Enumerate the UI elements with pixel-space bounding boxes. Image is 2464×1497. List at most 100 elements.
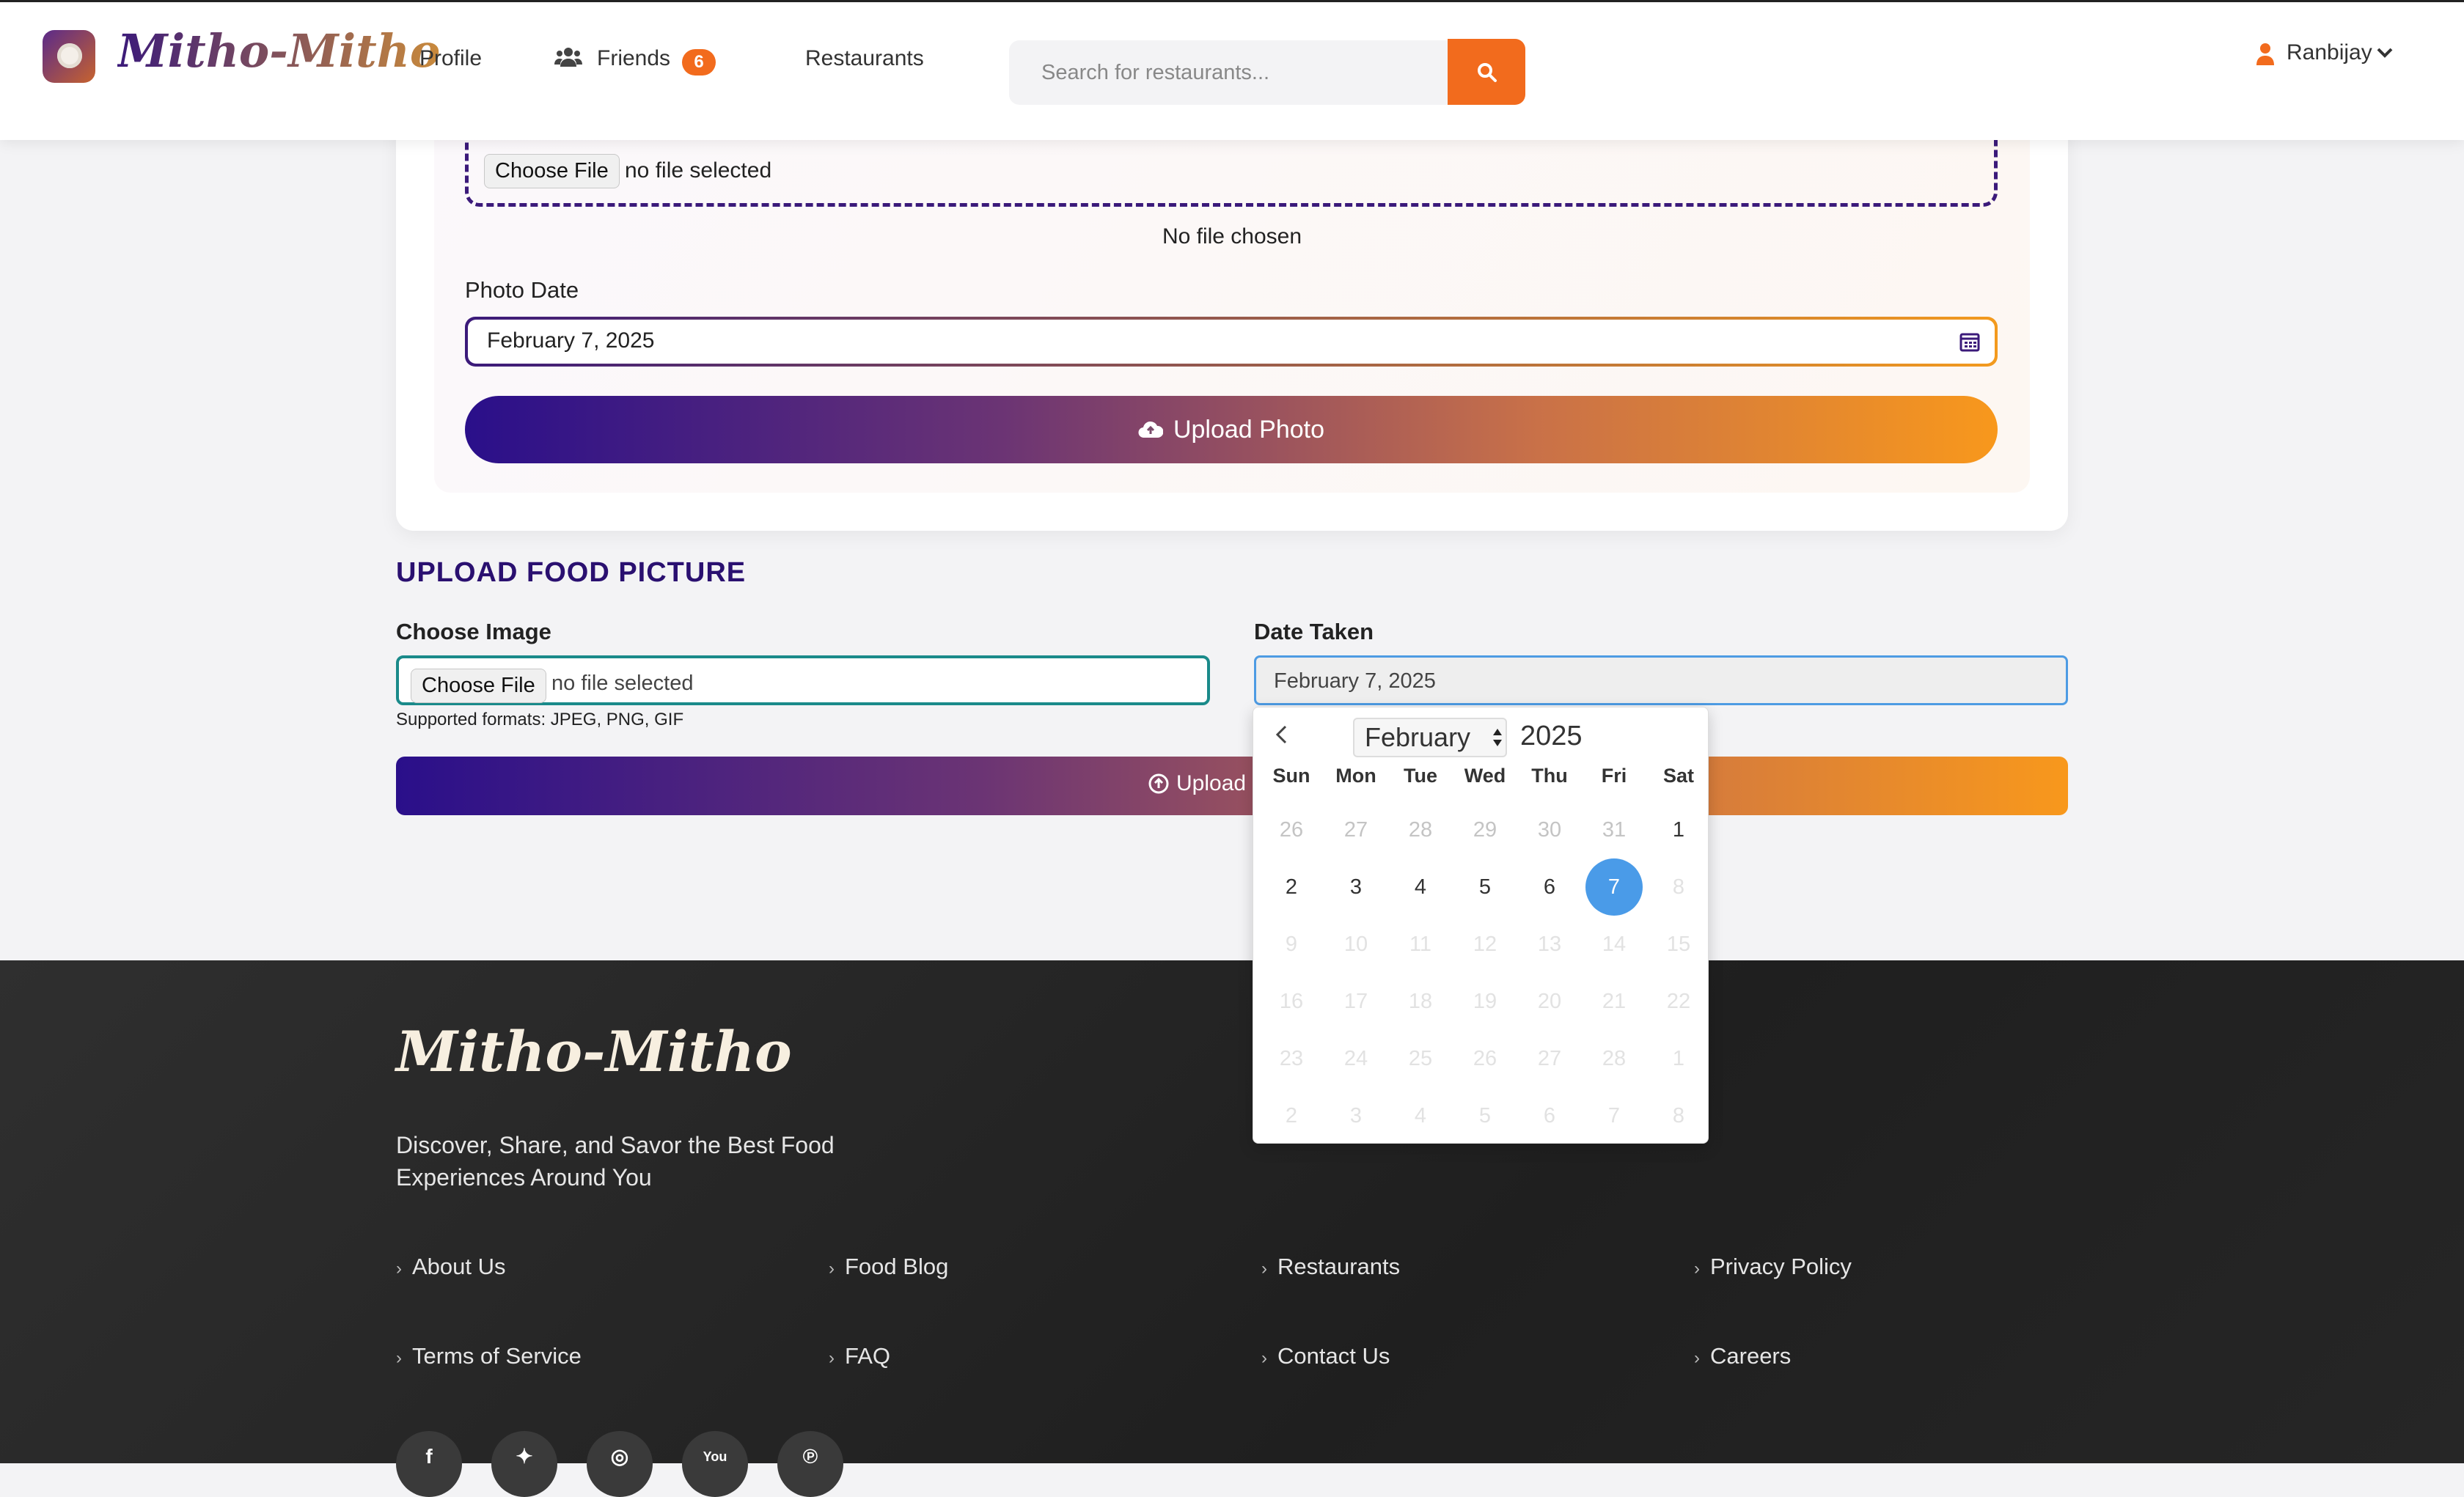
day-cell: 21 bbox=[1602, 990, 1627, 1013]
friends-count-badge: 6 bbox=[682, 49, 716, 76]
chevron-down-icon[interactable] bbox=[2376, 46, 2394, 59]
upload-food-label: Upload bbox=[1176, 771, 1247, 795]
users-icon bbox=[554, 48, 582, 67]
day-cell[interactable]: 6 bbox=[1517, 858, 1582, 916]
day-cell: 19 bbox=[1473, 990, 1497, 1013]
footer-link[interactable]: › About Us bbox=[396, 1254, 506, 1280]
instagram-icon[interactable]: ◎ bbox=[587, 1431, 653, 1497]
no-file-chosen-text: No file chosen bbox=[1162, 224, 1302, 249]
year-input[interactable]: 2025 bbox=[1520, 721, 1583, 752]
day-cell: 8 bbox=[1672, 1104, 1685, 1128]
weekday-header: Wed bbox=[1464, 765, 1506, 787]
youtube-icon[interactable]: You bbox=[682, 1431, 748, 1497]
search-input[interactable] bbox=[1009, 40, 1449, 105]
day-cell: 1 bbox=[1672, 1047, 1685, 1070]
day-cell: 4 bbox=[1414, 1104, 1427, 1128]
day-cell: 10 bbox=[1343, 933, 1368, 956]
date-taken-label: Date Taken bbox=[1254, 619, 1374, 644]
facebook-icon[interactable]: f bbox=[396, 1431, 462, 1497]
day-cell: 5 bbox=[1478, 1104, 1492, 1128]
day-cell: 27 bbox=[1537, 1047, 1562, 1070]
footer-link[interactable]: › Food Blog bbox=[829, 1254, 948, 1280]
footer-link[interactable]: › Contact Us bbox=[1261, 1343, 1390, 1369]
chevron-right-icon: › bbox=[396, 1259, 402, 1279]
chevron-right-icon: › bbox=[1261, 1348, 1267, 1368]
day-cell[interactable]: 4 bbox=[1388, 858, 1453, 916]
day-cell[interactable]: 1 bbox=[1646, 801, 1711, 858]
day-cell: 14 bbox=[1602, 933, 1627, 956]
weekday-header: Tue bbox=[1404, 765, 1437, 787]
upload-photo-button[interactable]: Upload Photo bbox=[465, 396, 1998, 463]
section-title: UPLOAD FOOD PICTURE bbox=[396, 557, 747, 588]
footer-link-label: Privacy Policy bbox=[1710, 1254, 1852, 1279]
footer-link-label: Food Blog bbox=[845, 1254, 949, 1279]
user-menu-name[interactable]: Ranbijay bbox=[2287, 40, 2372, 65]
footer-tagline: Discover, Share, and Savor the Best Food… bbox=[396, 1132, 835, 1191]
day-cell[interactable]: 3 bbox=[1324, 858, 1388, 916]
nav-profile-link[interactable]: Profile bbox=[419, 46, 482, 71]
footer-link[interactable]: › Terms of Service bbox=[396, 1343, 582, 1369]
day-cell: 11 bbox=[1409, 933, 1432, 956]
calendar-icon[interactable] bbox=[1959, 331, 1980, 352]
day-cell[interactable]: 29 bbox=[1453, 801, 1517, 858]
nav-friends-link[interactable]: Friends bbox=[597, 46, 670, 71]
choose-file-button[interactable]: Choose File bbox=[484, 154, 620, 188]
upload-photo-label: Upload Photo bbox=[1173, 415, 1325, 444]
search-button[interactable] bbox=[1448, 39, 1525, 105]
datepicker-popup: February 2025 Sun Mon Tue Wed Thu Fri Sat 26 27 2… bbox=[1253, 707, 1709, 1144]
supported-formats-hint: Supported formats: JPEG, PNG, GIF bbox=[396, 710, 684, 729]
day-cell[interactable]: 5 bbox=[1453, 858, 1517, 916]
day-cell: 15 bbox=[1666, 933, 1691, 956]
day-cell[interactable]: 26 bbox=[1259, 801, 1324, 858]
top-navbar: Mitho-Mitho Profile Friends 6 Restaurant… bbox=[0, 0, 2464, 140]
day-cell[interactable]: 27 bbox=[1324, 801, 1388, 858]
file-status-text: no file selected bbox=[625, 158, 772, 183]
day-cell: 13 bbox=[1537, 933, 1562, 956]
footer-brand[interactable]: Mitho-Mitho bbox=[396, 1019, 792, 1084]
footer-link-label: Restaurants bbox=[1277, 1254, 1401, 1279]
photo-date-input[interactable]: February 7, 2025 bbox=[465, 317, 1998, 367]
weekday-header: Sat bbox=[1662, 765, 1695, 787]
day-cell: 8 bbox=[1672, 875, 1685, 899]
day-cell[interactable]: 2 bbox=[1259, 858, 1324, 916]
day-cell: 25 bbox=[1408, 1047, 1433, 1070]
day-cell[interactable]: 30 bbox=[1517, 801, 1582, 858]
selected-day-label: 7 bbox=[1585, 858, 1643, 916]
date-taken-value: February 7, 2025 bbox=[1274, 669, 1436, 693]
chevron-right-icon: › bbox=[396, 1348, 402, 1368]
day-cell-selected[interactable]: 7 bbox=[1582, 858, 1646, 916]
month-select[interactable]: February bbox=[1353, 718, 1507, 757]
nav-restaurants-link[interactable]: Restaurants bbox=[805, 46, 924, 71]
day-cell[interactable]: 31 bbox=[1582, 801, 1646, 858]
day-cell: 26 bbox=[1473, 1047, 1497, 1070]
search-icon bbox=[1478, 63, 1497, 82]
footer-link-label: Terms of Service bbox=[412, 1343, 582, 1369]
footer-link[interactable]: › Careers bbox=[1694, 1343, 1791, 1369]
day-cell: 22 bbox=[1666, 990, 1691, 1013]
cloud-upload-icon bbox=[1138, 421, 1163, 438]
pinterest-icon[interactable]: ℗ bbox=[777, 1431, 843, 1497]
brand-logo[interactable]: Mitho-Mitho bbox=[117, 24, 440, 78]
image-file-input[interactable]: Choose File no file selected bbox=[396, 655, 1210, 705]
chevron-left-icon[interactable] bbox=[1272, 724, 1290, 746]
weekday-header: Sun bbox=[1272, 765, 1310, 787]
weekday-header: Fri bbox=[1601, 765, 1627, 787]
choose-image-button[interactable]: Choose File bbox=[411, 669, 546, 703]
choose-image-label: Choose Image bbox=[396, 619, 551, 644]
day-cell: 12 bbox=[1473, 933, 1497, 956]
day-cell: 24 bbox=[1343, 1047, 1368, 1070]
day-cell[interactable]: 28 bbox=[1388, 801, 1453, 858]
footer-link[interactable]: › Restaurants bbox=[1261, 1254, 1400, 1280]
day-cell: 7 bbox=[1607, 1104, 1621, 1128]
footer-link-label: Contact Us bbox=[1277, 1343, 1390, 1369]
upload-photo-button-content: Upload Photo bbox=[465, 396, 1998, 463]
day-cell: 16 bbox=[1279, 990, 1304, 1013]
upload-food-button-content: Upload bbox=[1148, 771, 1246, 796]
image-file-status: no file selected bbox=[551, 672, 694, 695]
footer-link[interactable]: › FAQ bbox=[829, 1343, 890, 1369]
date-taken-input[interactable]: February 7, 2025 bbox=[1254, 655, 2068, 705]
footer-link[interactable]: › Privacy Policy bbox=[1694, 1254, 1852, 1280]
logo-icon[interactable] bbox=[43, 30, 95, 83]
photo-date-label: Photo Date bbox=[465, 277, 579, 303]
twitter-icon[interactable]: ✦ bbox=[491, 1431, 557, 1497]
